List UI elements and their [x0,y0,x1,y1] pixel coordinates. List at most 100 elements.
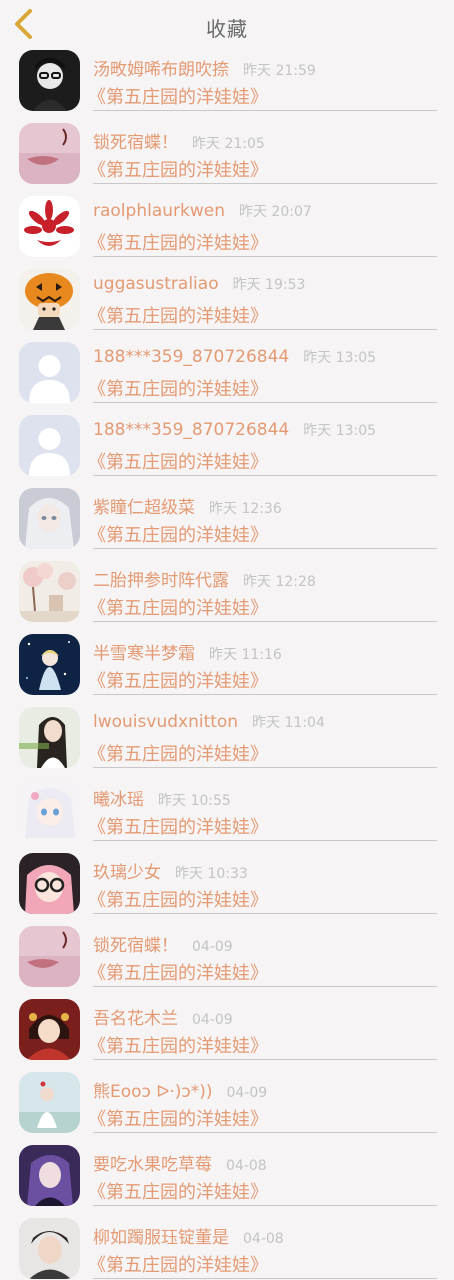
list-item[interactable]: 锁死宿蝶！ 昨天 21:05 《第五庄园的洋娃娃》 [0,118,454,191]
white-hair-girl-avatar [19,780,80,841]
timestamp: 昨天 21:05 [192,136,265,152]
user-name: 188***359_870726844 [93,347,290,367]
user-name: 要吃水果吃草莓 [93,1155,212,1175]
user-name: 柳如躅服珏锭董是 [93,1228,229,1248]
pink-lips-avatar [19,926,80,987]
timestamp: 昨天 11:04 [252,715,325,731]
game-title: 《第五庄园的洋娃娃》 [88,817,268,838]
user-name: 曦冰瑶 [93,790,144,810]
pink-hair-glasses-avatar [19,853,80,914]
divider [93,256,437,257]
game-title: 《第五庄园的洋娃娃》 [88,452,268,473]
list-item[interactable]: 锁死宿蝶！ 04-09 《第五庄园的洋娃娃》 [0,921,454,994]
list-item[interactable]: lwouisvudxnitton 昨天 11:04 《第五庄园的洋娃娃》 [0,702,454,775]
timestamp: 昨天 13:05 [303,423,377,439]
game-title: 《第五庄园的洋娃娃》 [88,379,268,400]
user-name: 玖璃少女 [93,863,161,883]
girl-photo-avatar [19,707,80,768]
game-title: 《第五庄园的洋娃娃》 [88,160,268,181]
divider [93,329,437,330]
pumpkin-character-avatar [19,269,80,330]
red-costume-avatar [19,999,80,1060]
user-name: 锁死宿蝶！ [93,133,178,153]
list-item[interactable]: uggasustraliao 昨天 19:53 《第五庄园的洋娃娃》 [0,264,454,337]
game-title: 《第五庄园的洋娃娃》 [88,525,268,546]
timestamp: 昨天 20:07 [238,204,312,220]
list-item[interactable]: 汤畋姆唏布朗吹捺 昨天 21:59 《第五庄园的洋娃娃》 [0,45,454,118]
purple-hair-avatar [19,1145,80,1206]
divider [93,767,437,768]
user-name: lwouisvudxnitton [93,712,239,732]
page-title: 收藏 [206,17,248,41]
divider [93,694,437,695]
divider [93,1278,437,1279]
divider [93,621,437,622]
divider [93,402,437,403]
timestamp: 昨天 12:36 [209,501,282,517]
night-sky-anime-avatar [19,634,80,695]
divider [93,475,437,476]
game-title: 《第五庄园的洋娃娃》 [88,671,268,692]
game-title: 《第五庄园的洋娃娃》 [88,306,268,327]
user-name: 188***359_870726844 [93,420,290,440]
divider [93,986,437,987]
list-item[interactable]: 要吃水果吃草莓 04-08 《第五庄园的洋娃娃》 [0,1140,454,1213]
red-flower-avatar [19,196,80,257]
user-name: 紫瞳仁超级菜 [93,498,195,518]
timestamp: 昨天 10:33 [175,866,248,882]
list-item[interactable]: 半雪寒半梦霜 昨天 11:16 《第五庄园的洋娃娃》 [0,629,454,702]
divider [93,1059,437,1060]
game-title: 《第五庄园的洋娃娃》 [88,1255,268,1276]
blossom-scene-avatar [19,561,80,622]
list-item[interactable]: 188***359_870726844 昨天 13:05 《第五庄园的洋娃娃》 [0,410,454,483]
game-title: 《第五庄园的洋娃娃》 [88,1109,268,1130]
top-bar: 收藏 [0,0,454,45]
user-name: 吾名花木兰 [93,1009,178,1029]
timestamp: 昨天 12:28 [243,574,316,590]
list-item[interactable]: 吾名花木兰 04-09 《第五庄园的洋娃娃》 [0,994,454,1067]
list-item[interactable]: 柳如躅服珏锭董是 04-08 《第五庄园的洋娃娃》 [0,1213,454,1280]
divider [93,1132,437,1133]
game-title: 《第五庄园的洋娃娃》 [88,87,268,108]
user-name: 熊Eooↄ ᐅ·)ↄ*)) [93,1082,213,1102]
white-hair-anime-avatar [19,488,80,549]
list-item[interactable]: raolphlaurkwen 昨天 20:07 《第五庄园的洋娃娃》 [0,191,454,264]
game-title: 《第五庄园的洋娃娃》 [88,890,268,911]
user-name: 半雪寒半梦霜 [93,644,195,664]
game-title: 《第五庄园的洋娃娃》 [88,1036,268,1057]
timestamp: 04-08 [243,1231,284,1247]
girl-landscape-avatar [19,1072,80,1133]
game-title: 《第五庄园的洋娃娃》 [88,963,268,984]
divider [93,183,437,184]
game-title: 《第五庄园的洋娃娃》 [88,1182,268,1203]
pink-lips-avatar [19,123,80,184]
timestamp: 昨天 21:59 [243,63,316,79]
game-title: 《第五庄园的洋娃娃》 [88,598,268,619]
user-name: raolphlaurkwen [93,201,225,221]
divider [93,840,437,841]
user-name: uggasustraliao [93,274,219,294]
user-name: 二胎押参时阵代露 [93,571,229,591]
timestamp: 昨天 11:16 [209,647,282,663]
user-name: 锁死宿蝶！ [93,936,178,956]
list-item[interactable]: 188***359_870726844 昨天 13:05 《第五庄园的洋娃娃》 [0,337,454,410]
divider [93,1205,437,1206]
default-person-avatar [19,342,80,403]
timestamp: 04-09 [192,939,233,955]
user-name: 汤畋姆唏布朗吹捺 [93,60,229,80]
list-item[interactable]: 玖璃少女 昨天 10:33 《第五庄园的洋娃娃》 [0,848,454,921]
dark-portrait-avatar [19,50,80,111]
game-title: 《第五庄园的洋娃娃》 [88,233,268,254]
timestamp: 昨天 19:53 [232,277,306,293]
timestamp: 04-08 [226,1158,267,1174]
divider [93,110,437,111]
list-item[interactable]: 熊Eooↄ ᐅ·)ↄ*)) 04-09 《第五庄园的洋娃娃》 [0,1067,454,1140]
timestamp: 昨天 13:05 [303,350,377,366]
list-item[interactable]: 紫瞳仁超级菜 昨天 12:36 《第五庄园的洋娃娃》 [0,483,454,556]
game-title: 《第五庄园的洋娃娃》 [88,744,268,765]
divider [93,548,437,549]
timestamp: 昨天 10:55 [158,793,231,809]
list-item[interactable]: 曦冰瑶 昨天 10:55 《第五庄园的洋娃娃》 [0,775,454,848]
list-item[interactable]: 二胎押参时阵代露 昨天 12:28 《第五庄园的洋娃娃》 [0,556,454,629]
timestamp: 04-09 [192,1012,233,1028]
